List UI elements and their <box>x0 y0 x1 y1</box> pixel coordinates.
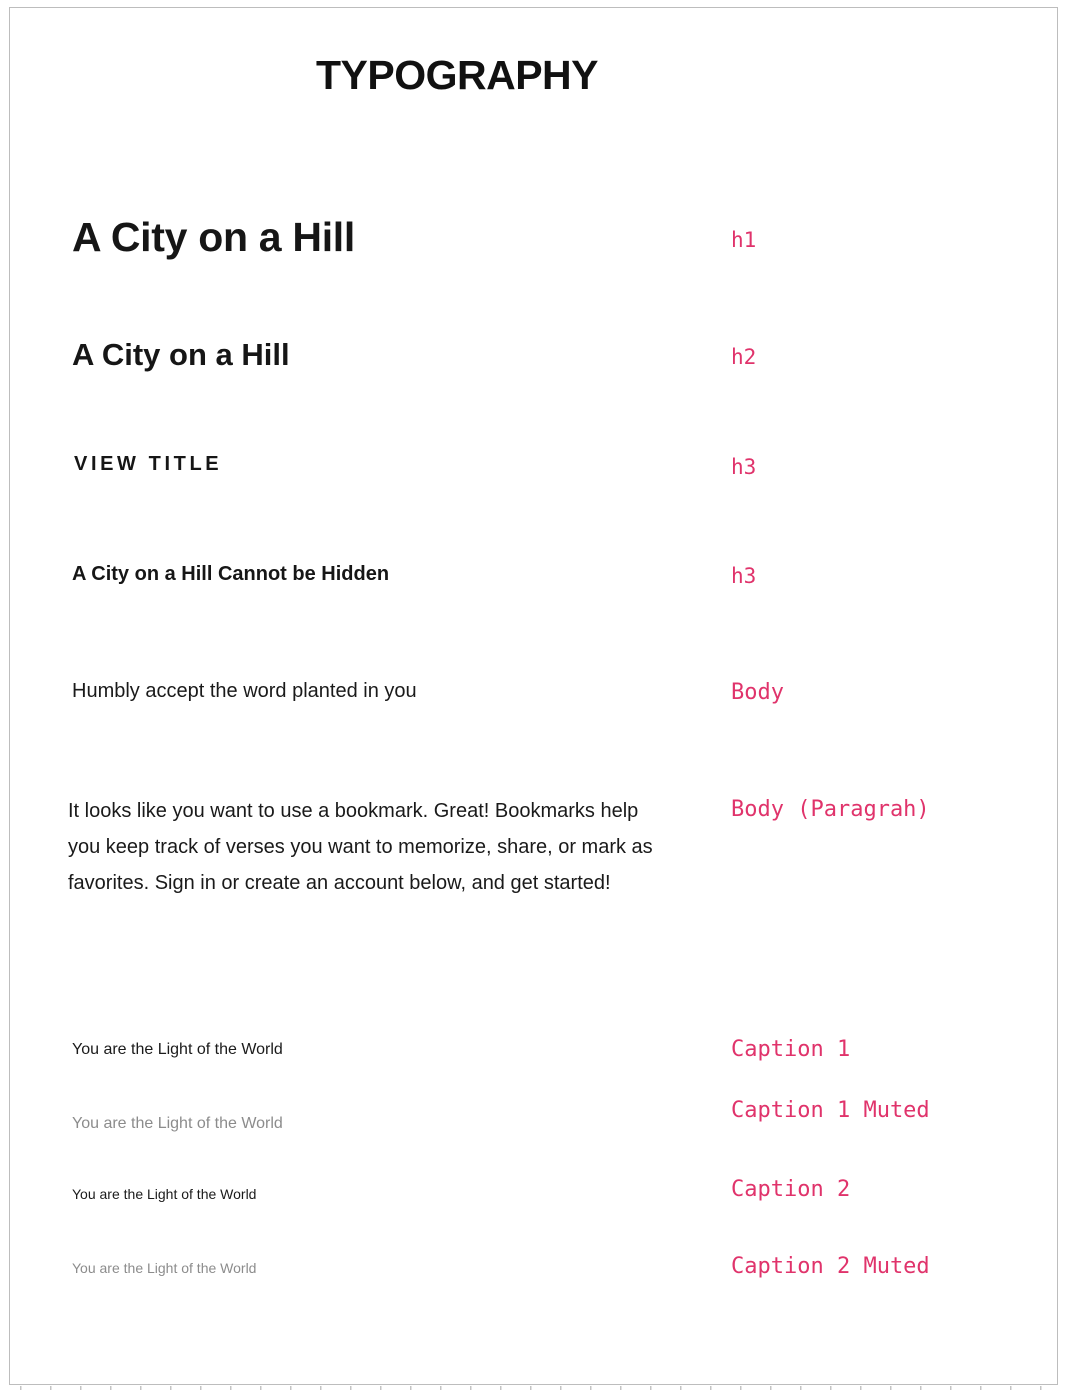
sample-caption-2: You are the Light of the World <box>72 1186 257 1202</box>
sample-caption-1: You are the Light of the World <box>72 1041 283 1058</box>
label-h3: h3 <box>731 564 757 588</box>
label-caption-2: Caption 2 <box>731 1177 851 1202</box>
label-body-paragraph: Body (Paragrah) <box>731 797 930 822</box>
page-ruler <box>20 1386 1060 1390</box>
sample-body: Humbly accept the word planted in you <box>72 680 417 702</box>
label-h2: h2 <box>731 345 757 369</box>
sample-h2: A City on a Hill <box>72 337 290 372</box>
label-body: Body <box>731 680 784 705</box>
label-h1: h1 <box>731 228 757 252</box>
page-title: TYPOGRAPHY <box>315 52 599 98</box>
sample-caption-2-muted: You are the Light of the World <box>72 1260 257 1276</box>
label-view-title: h3 <box>731 455 757 479</box>
sample-body-paragraph: It looks like you want to use a bookmark… <box>68 800 653 894</box>
label-caption-1-muted: Caption 1 Muted <box>731 1098 930 1123</box>
label-caption-2-muted: Caption 2 Muted <box>731 1254 930 1279</box>
sample-caption-1-muted: You are the Light of the World <box>72 1115 283 1132</box>
label-caption-1: Caption 1 <box>731 1037 851 1062</box>
sample-h3: A City on a Hill Cannot be Hidden <box>72 563 390 585</box>
sample-view-title: VIEW TITLE <box>74 453 223 475</box>
sample-h1: A City on a Hill <box>72 214 355 260</box>
